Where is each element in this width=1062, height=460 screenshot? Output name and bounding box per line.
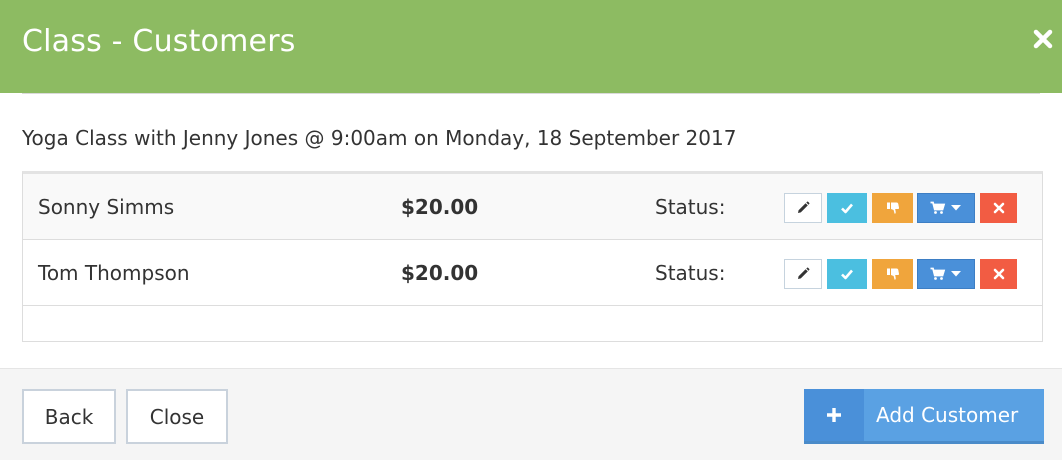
caret-down-icon xyxy=(951,205,961,211)
no-show-button[interactable] xyxy=(872,193,913,223)
status-label: Status: xyxy=(655,195,726,219)
check-in-button[interactable] xyxy=(827,259,867,289)
table-row: Sonny Simms $20.00 Status: xyxy=(23,174,1042,240)
close-dialog-button[interactable] xyxy=(1028,22,1058,56)
back-button[interactable]: Back xyxy=(22,389,116,444)
no-show-button[interactable] xyxy=(872,259,913,289)
cart-icon xyxy=(930,267,946,280)
remove-customer-button[interactable] xyxy=(980,259,1017,289)
table-row: Tom Thompson $20.00 Status: xyxy=(23,240,1042,306)
dialog-title: Class - Customers xyxy=(22,24,296,59)
close-icon xyxy=(1033,29,1053,49)
check-icon xyxy=(841,269,853,280)
status-label: Status: xyxy=(655,261,726,285)
class-info: Yoga Class with Jenny Jones @ 9:00am on … xyxy=(22,126,737,150)
plus-icon xyxy=(827,408,841,422)
thumbs-down-icon xyxy=(886,268,899,280)
check-icon xyxy=(841,203,853,214)
cart-icon xyxy=(930,201,946,214)
remove-customer-button[interactable] xyxy=(980,193,1017,223)
header-divider xyxy=(22,93,1040,94)
add-icon-box xyxy=(804,389,864,441)
edit-button[interactable] xyxy=(784,259,822,289)
pencil-icon xyxy=(798,267,810,279)
customer-price: $20.00 xyxy=(401,195,479,219)
times-icon xyxy=(993,268,1004,280)
customer-name: Sonny Simms xyxy=(38,195,175,219)
times-icon xyxy=(993,202,1004,214)
add-customer-label: Add Customer xyxy=(876,403,1019,427)
edit-button[interactable] xyxy=(784,193,822,223)
purchase-dropdown-button[interactable] xyxy=(917,193,975,223)
customers-table: Sonny Simms $20.00 Status: Tom Thompson … xyxy=(22,171,1043,342)
customer-name: Tom Thompson xyxy=(38,261,190,285)
customer-price: $20.00 xyxy=(401,261,479,285)
check-in-button[interactable] xyxy=(827,193,867,223)
dialog-header: Class - Customers xyxy=(0,0,1062,93)
add-customer-button[interactable]: Add Customer xyxy=(804,389,1044,444)
caret-down-icon xyxy=(951,271,961,277)
thumbs-down-icon xyxy=(886,202,899,214)
close-button[interactable]: Close xyxy=(126,389,228,444)
dialog-footer: Back Close Add Customer xyxy=(0,368,1062,460)
purchase-dropdown-button[interactable] xyxy=(917,259,975,289)
pencil-icon xyxy=(798,201,810,213)
